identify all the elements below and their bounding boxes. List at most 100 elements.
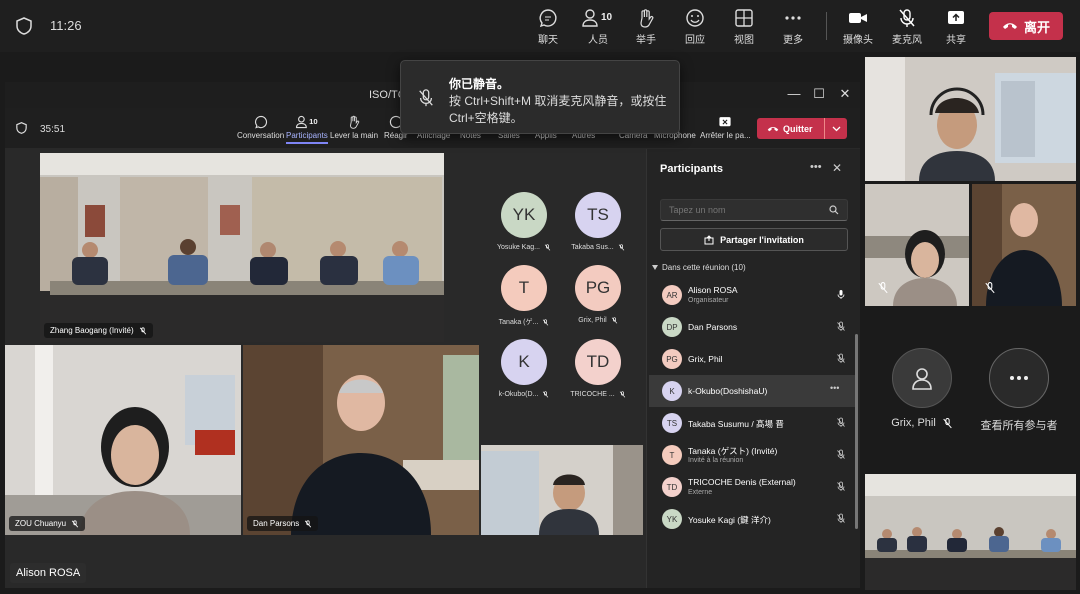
avatar: TD xyxy=(662,477,682,497)
participant-row-tanaka[interactable]: T Tanaka (ゲスト) (Invité) Invité à la réun… xyxy=(649,439,857,471)
avatar-tile-td[interactable]: TD TRICOCHE ... xyxy=(563,339,633,398)
grix-avatar-tile[interactable]: Grix, Phil xyxy=(884,348,960,429)
avatar: T xyxy=(501,265,547,311)
more-icon xyxy=(785,16,801,20)
participant-row-yosuke[interactable]: YK Yosuke Kagi (鍵 洋介) xyxy=(649,503,857,535)
dan-name: Dan Parsons xyxy=(253,519,300,528)
conference-room-video xyxy=(40,153,444,342)
svg-text:10: 10 xyxy=(601,12,613,23)
participant-name: Dan Parsons xyxy=(688,322,738,332)
mic-off-icon xyxy=(943,417,952,428)
raise-hand-button[interactable]: Lever la main xyxy=(330,115,378,140)
participant-row-okubo[interactable]: K k-Okubo(DoshishaU) ••• xyxy=(649,375,857,407)
avatar-name: k-Okubo(D... xyxy=(498,391,539,398)
more-button[interactable]: 更多 xyxy=(771,8,815,46)
minimize-icon[interactable]: — xyxy=(783,86,805,101)
participant-row-grix[interactable]: PG Grix, Phil xyxy=(649,343,857,375)
participant-name: k-Okubo(DoshishaU) xyxy=(688,386,768,396)
participants-panel: Participants ••• ✕ Partager l'invitation… xyxy=(646,149,860,588)
video-tile-zou[interactable]: ZOU Chuanyu xyxy=(5,345,241,535)
share-button[interactable]: 共享 xyxy=(934,8,978,46)
participant-row-alison[interactable]: AR Alison ROSA Organisateur xyxy=(649,279,857,311)
mic-button[interactable]: 麦克风 xyxy=(885,8,929,46)
panel-title: Participants xyxy=(660,163,723,175)
raise-hand-label: 举手 xyxy=(636,35,656,46)
grix-small-video xyxy=(481,445,643,535)
video-tile-dan[interactable]: Dan Parsons xyxy=(243,345,479,535)
avatar-name: Takaba Sus... xyxy=(571,244,614,251)
view-button[interactable]: 视图 xyxy=(722,8,766,46)
camera-button[interactable]: 摄像头 xyxy=(836,8,880,46)
mic-off-icon xyxy=(544,244,551,251)
self-name-tag: Alison ROSA xyxy=(10,563,87,583)
avatar-tile-yk[interactable]: YK Yosuke Kag... xyxy=(489,192,559,251)
share-icon xyxy=(948,11,964,24)
grix-video xyxy=(865,57,1076,181)
participant-row-tricoche[interactable]: TD TRICOCHE Denis (External) Externe xyxy=(649,471,857,503)
avatar-tile-t[interactable]: T Tanaka (ゲ... xyxy=(489,265,559,327)
more-icon xyxy=(989,348,1049,408)
share-invitation-button[interactable]: Partager l'invitation xyxy=(660,228,848,251)
muted-notification: 你已静音。 按 Ctrl+Shift+M 取消麦克风静音，或按住 Ctrl+空格… xyxy=(400,60,680,134)
video-tile-conference-outer[interactable] xyxy=(865,474,1076,590)
conversation-label: Conversation xyxy=(237,131,285,140)
avatar-tile-pg[interactable]: PG Grix, Phil xyxy=(563,265,633,324)
stop-share-icon xyxy=(719,117,731,127)
camera-icon xyxy=(849,13,867,23)
mic-off-icon xyxy=(837,353,845,363)
leave-button[interactable]: 离开 xyxy=(989,12,1063,40)
chevron-down-icon[interactable] xyxy=(824,118,847,139)
mic-off-icon xyxy=(419,89,433,107)
in-meeting-section-header[interactable]: Dans cette réunion (10) xyxy=(652,263,746,272)
mic-icon xyxy=(837,290,845,299)
video-tile-grix-small[interactable] xyxy=(481,445,643,535)
chat-label: 聊天 xyxy=(538,35,558,46)
participant-row-dan[interactable]: DP Dan Parsons xyxy=(649,311,857,343)
scrollbar[interactable] xyxy=(855,334,858,529)
video-tile-grix-main[interactable] xyxy=(865,57,1076,181)
mic-off-icon xyxy=(985,282,995,294)
participant-row-takaba[interactable]: TS Takaba Susumu / 髙場 晋 xyxy=(649,407,857,439)
close-icon[interactable]: ✕ xyxy=(834,86,856,102)
share-icon xyxy=(704,234,714,244)
toolbar-divider xyxy=(826,12,827,40)
avatar: PG xyxy=(575,265,621,311)
conversation-button[interactable]: Conversation xyxy=(237,115,284,140)
share-label: 共享 xyxy=(946,35,966,46)
people-button[interactable]: 10 人员 xyxy=(575,8,621,46)
video-tile-dan-outer[interactable] xyxy=(972,184,1076,306)
stop-share-button[interactable]: Arrêter le pa... xyxy=(700,115,751,140)
more-label: 更多 xyxy=(783,35,803,46)
quit-button[interactable]: Quitter xyxy=(757,118,847,139)
avatar: AR xyxy=(662,285,682,305)
chat-button[interactable]: 聊天 xyxy=(526,8,570,46)
avatar: YK xyxy=(501,192,547,238)
video-tile-zhang[interactable]: Zhang Baogang (Invité) xyxy=(40,153,444,342)
maximize-icon[interactable]: ☐ xyxy=(808,86,830,102)
people-icon: 10 xyxy=(582,9,613,27)
raise-hand-button[interactable]: 举手 xyxy=(624,8,668,46)
participants-tab[interactable]: 10 Participants xyxy=(286,115,328,144)
quit-label: Quitter xyxy=(783,123,813,134)
person-icon xyxy=(912,368,932,390)
avatar-name: Grix, Phil xyxy=(578,317,607,324)
video-tile-zou-outer[interactable] xyxy=(865,184,969,306)
raise-hand-label: Lever la main xyxy=(330,131,379,140)
avatar-tile-ts[interactable]: TS Takaba Sus... xyxy=(563,192,633,251)
participant-name-tag: Zhang Baogang (Invité) xyxy=(44,323,153,338)
react-icon xyxy=(686,9,704,27)
avatar: TS xyxy=(662,413,682,433)
more-options-icon[interactable]: ••• xyxy=(830,383,839,393)
hang-up-icon xyxy=(1002,23,1017,29)
zhang-name: Zhang Baogang (Invité) xyxy=(50,326,134,335)
avatar-tile-k[interactable]: K k-Okubo(D... xyxy=(489,339,559,398)
react-button[interactable]: 回应 xyxy=(673,8,717,46)
more-icon[interactable]: ••• xyxy=(810,161,822,173)
share-invitation-label: Partager l'invitation xyxy=(720,234,804,245)
search-input[interactable] xyxy=(660,199,848,221)
view-all-participants-button[interactable]: 查看所有参与者 xyxy=(978,348,1060,433)
avatar: PG xyxy=(662,349,682,369)
close-icon[interactable]: ✕ xyxy=(832,161,842,175)
stop-share-label: Arrêter le pa... xyxy=(700,131,751,140)
avatar: T xyxy=(662,445,682,465)
